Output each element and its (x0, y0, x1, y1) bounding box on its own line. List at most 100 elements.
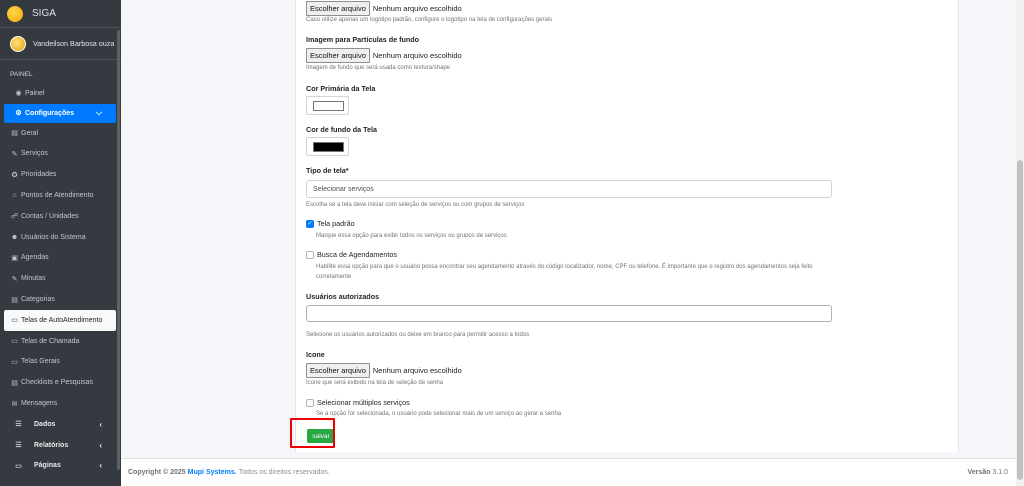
footer-version-label: Versão (967, 469, 991, 476)
sidebar-scrollbar[interactable] (117, 30, 120, 470)
bg-color-label: Cor de fundo da Tela (306, 125, 377, 134)
default-screen-label[interactable]: Tela padrão (317, 219, 355, 228)
sidebar-item-prioridades[interactable]: ✪ Prioridades (4, 164, 116, 185)
list-icon: ▤ (11, 296, 18, 304)
sidebar-item-checklists-e-pesquisas[interactable]: ▤ Checklists e Pesquisas (4, 372, 116, 393)
footer: Copyright © 2025 Mupi Systems. Todos os … (121, 458, 1024, 486)
sidebar-item-minutas[interactable]: ✎ Minutas (4, 268, 116, 289)
footer-version-number: 3.1.0 (992, 469, 1008, 476)
sidebar-item-servicos[interactable]: ✎ Serviços (4, 144, 116, 165)
sidebar-item-usuarios-do-sistema[interactable]: ☻ Usuários do Sistema (4, 227, 116, 248)
default-screen-checkbox-row[interactable]: ✓ Tela padrão (306, 219, 355, 228)
screen-type-select[interactable]: Selecionar serviços (306, 180, 832, 198)
sidebar-item-relatorios[interactable]: ☰ Relatórios ‹ (4, 435, 116, 456)
main-content: Escolher arquivo Nenhum arquivo escolhid… (121, 0, 1024, 486)
desktop-icon: ▭ (11, 317, 18, 325)
multi-services-checkbox[interactable] (306, 398, 314, 407)
sidebar-item-agendas[interactable]: ▣ Agendas (4, 248, 116, 269)
booking-search-help-2: corretamente (316, 274, 352, 280)
screen-type-label: Tipo de tela* (306, 166, 349, 175)
sidebar-item-categorias[interactable]: ▤ Categorias (4, 289, 116, 310)
sidebar-item-dados[interactable]: ☰ Dados ‹ (4, 414, 116, 435)
particles-help: Imagem de fundo que será usada como text… (306, 65, 451, 71)
booking-search-help: Habilite essa opção para que o usuário p… (316, 264, 813, 270)
screen-type-placeholder: Selecionar serviços (313, 185, 374, 193)
multi-services-help: Se a opção for selecionada, o usuário po… (316, 411, 562, 417)
print-icon: ▤ (11, 130, 18, 138)
calendar-icon: ▣ (11, 254, 18, 262)
sidebar-item-label: Configurações (25, 109, 75, 117)
sidebar-item-label: Contas / Unidades (21, 212, 79, 220)
chevron-left-icon: ‹ (99, 419, 102, 429)
footer-company-link[interactable]: Mupi Systems. (188, 469, 237, 476)
multi-services-checkbox-row[interactable]: Selecionar múltiplos serviços (306, 398, 410, 407)
brand[interactable]: SIGA (0, 0, 121, 28)
multi-services-label[interactable]: Selecionar múltiplos serviços (317, 398, 410, 407)
id-card-icon: ▤ (11, 379, 18, 387)
sidebar-item-telas-de-chamada[interactable]: ▭ Telas de Chamada (4, 331, 116, 352)
footer-version: Versão 3.1.0 (968, 469, 1009, 476)
icon-choose-file-button[interactable]: Escolher arquivo (306, 363, 370, 378)
icon-help: Icone que será exibido na tela de seleçã… (306, 380, 444, 386)
page-scrollbar-thumb[interactable] (1017, 160, 1023, 480)
booking-search-checkbox-row[interactable]: Busca de Agendamentos (306, 250, 397, 259)
sidebar-item-label: Páginas (34, 462, 61, 470)
star-circle-icon: ✪ (11, 171, 18, 179)
particles-label: Imagem para Partículas de fundo (306, 35, 420, 44)
sidebar-item-contas-unidades[interactable]: ☍ Contas / Unidades (4, 206, 116, 227)
bg-color-swatch (313, 142, 344, 152)
chart-icon: ☰ (15, 442, 22, 450)
authorized-users-input[interactable] (306, 305, 832, 322)
sidebar-item-label: Usuários do Sistema (21, 233, 86, 241)
sidebar-item-label: Agendas (21, 254, 49, 262)
sidebar-item-label: Relatórios (34, 441, 69, 449)
primary-color-picker[interactable] (306, 96, 349, 115)
logo-choose-file-button[interactable]: Escolher arquivo (306, 1, 370, 16)
sidebar-item-label: Telas de Chamada (21, 337, 80, 345)
sidebar-item-label: Pontos de Atendimento (21, 192, 94, 200)
sidebar-item-telas-de-autoatendimento[interactable]: ▭ Telas de AutoAtendimento (4, 309, 116, 331)
sidebar-item-label: Prioridades (21, 171, 57, 179)
sidebar-item-paginas[interactable]: ▭ Páginas ‹ (4, 456, 116, 477)
sidebar-item-label: Serviços (21, 150, 48, 158)
sidebar-item-configuracoes[interactable]: ⚙ Configurações ⌵ (4, 103, 116, 123)
primary-color-swatch (313, 101, 344, 111)
sidebar-item-mensagens[interactable]: ✉ Mensagens (4, 393, 116, 414)
sidebar-item-label: Categorias (21, 296, 55, 304)
logo-file-input[interactable]: Escolher arquivo Nenhum arquivo escolhid… (306, 1, 462, 16)
particles-file-input[interactable]: Escolher arquivo Nenhum arquivo escolhid… (306, 48, 462, 63)
sidebar-nav: ◉ Painel ⚙ Configurações ⌵ ▤ Geral ✎ Serviços ✪ Pr… (0, 83, 121, 476)
page-scrollbar[interactable] (1016, 0, 1024, 486)
user-panel[interactable]: Vandeilson Barbosa ouza (0, 28, 121, 60)
nav-header: PAINEL (10, 71, 33, 78)
sidebar-item-telas-gerais[interactable]: ▭ Telas Gerais (4, 352, 116, 373)
sidebar-item-label: Telas Gerais (21, 358, 60, 366)
sitemap-icon: ☍ (10, 213, 19, 221)
booking-search-label[interactable]: Busca de Agendamentos (317, 250, 397, 259)
authorized-users-help: Selecione os usuários autorizados ou dei… (306, 332, 530, 338)
icon-file-status: Nenhum arquivo escolhido (372, 366, 462, 375)
particles-choose-file-button[interactable]: Escolher arquivo (306, 48, 370, 63)
sidebar-item-label: Checklists e Pesquisas (21, 379, 93, 387)
envelope-icon: ✉ (11, 400, 18, 408)
wrench-icon: ✎ (11, 150, 18, 158)
edit-icon: ✎ (11, 275, 18, 283)
sidebar-item-label: Painel (25, 89, 45, 97)
dashboard-icon: ◉ (15, 90, 22, 98)
user-name[interactable]: Vandeilson Barbosa ouza (33, 39, 114, 48)
bg-color-picker[interactable] (306, 137, 349, 156)
default-screen-help: Marque essa opção para exibir todos os s… (316, 233, 507, 239)
avatar (10, 35, 26, 52)
sidebar-item-geral[interactable]: ▤ Geral (4, 123, 116, 144)
sidebar-item-label: Mensagens (21, 400, 58, 408)
default-screen-checkbox[interactable]: ✓ (306, 219, 314, 228)
icon-label: Icone (306, 350, 325, 359)
chevron-left-icon: ‹ (99, 440, 102, 450)
brand-logo-icon (7, 5, 23, 22)
icon-file-input[interactable]: Escolher arquivo Nenhum arquivo escolhid… (306, 363, 462, 378)
users-icon: ☻ (10, 233, 19, 241)
chevron-left-icon: ‹ (99, 461, 102, 471)
booking-search-checkbox[interactable] (306, 250, 314, 259)
sidebar-item-pontos-de-atendimento[interactable]: ⌂ Pontos de Atendimento (4, 185, 116, 206)
sidebar-item-painel[interactable]: ◉ Painel (4, 83, 116, 104)
